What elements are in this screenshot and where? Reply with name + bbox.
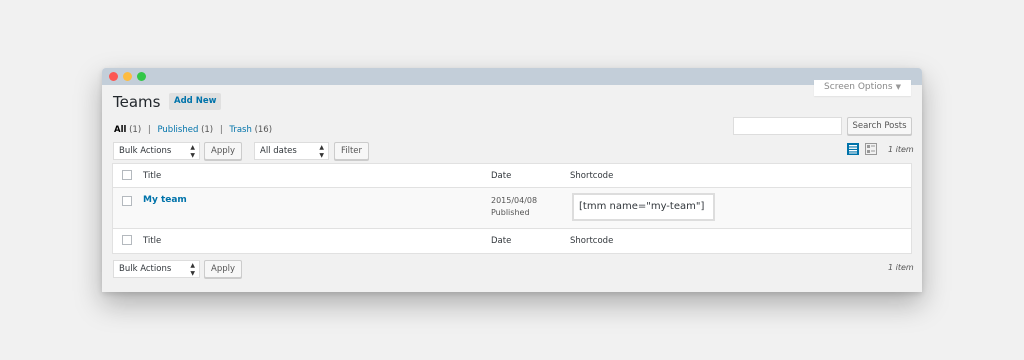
search-input[interactable] — [733, 117, 842, 135]
view-all-count: (1) — [129, 125, 142, 135]
items-count: 1 item — [888, 145, 914, 154]
row-title-link[interactable]: My team — [143, 195, 187, 205]
add-new-button[interactable]: Add New — [169, 93, 222, 110]
bulk-actions-value: Bulk Actions — [119, 146, 172, 156]
shortcode-field[interactable]: [tmm name="my-team"] — [572, 193, 715, 221]
window-titlebar — [102, 68, 922, 85]
bulk-actions-value-bottom: Bulk Actions — [119, 264, 172, 274]
apply-button[interactable]: Apply — [204, 142, 242, 160]
table-header-row: Title Date Shortcode — [113, 164, 911, 188]
select-arrows-icon: ▲ ▼ — [190, 144, 195, 159]
page-title: Teams — [113, 93, 161, 111]
column-shortcode: Shortcode — [570, 171, 614, 181]
view-all-link[interactable]: All — [114, 125, 126, 135]
apply-button-bottom[interactable]: Apply — [204, 260, 242, 278]
row-date: 2015/04/08 Published — [491, 195, 537, 219]
bulk-actions-select-bottom[interactable]: Bulk Actions ▲ ▼ — [113, 260, 200, 278]
column-title-footer[interactable]: Title — [143, 236, 161, 246]
select-arrows-icon: ▲ ▼ — [319, 144, 324, 159]
column-date[interactable]: Date — [491, 171, 511, 181]
items-count-bottom: 1 item — [888, 263, 914, 272]
column-title[interactable]: Title — [143, 171, 161, 181]
posts-table: Title Date Shortcode My team 2015/04/08 … — [112, 163, 912, 254]
search-posts-button[interactable]: Search Posts — [847, 117, 912, 135]
select-arrows-icon: ▲ ▼ — [190, 262, 195, 277]
bulk-actions-select[interactable]: Bulk Actions ▲ ▼ — [113, 142, 200, 160]
minimize-window-button[interactable] — [123, 72, 132, 81]
view-trash-link[interactable]: Trash — [229, 125, 251, 135]
browser-window: Screen Options ▼ Teams Add New All (1) | … — [102, 68, 922, 292]
column-shortcode-footer: Shortcode — [570, 236, 614, 246]
row-status: Published — [491, 208, 530, 217]
row-date-value: 2015/04/08 — [491, 196, 538, 205]
excerpt-view-icon[interactable] — [865, 143, 877, 155]
screen-options-label: Screen Options — [824, 82, 893, 92]
date-filter-select[interactable]: All dates ▲ ▼ — [254, 142, 329, 160]
view-published-link[interactable]: Published — [157, 125, 198, 135]
zoom-window-button[interactable] — [137, 72, 146, 81]
view-published-count: (1) — [201, 125, 214, 135]
close-window-button[interactable] — [109, 72, 118, 81]
column-date-footer[interactable]: Date — [491, 236, 511, 246]
post-status-filter: All (1) | Published (1) | Trash (16) — [114, 125, 272, 135]
view-separator: | — [147, 125, 151, 135]
select-all-checkbox[interactable] — [122, 170, 132, 180]
filter-button[interactable]: Filter — [334, 142, 369, 160]
select-all-checkbox-footer[interactable] — [122, 235, 132, 245]
table-footer-row: Title Date Shortcode — [113, 229, 911, 253]
view-trash-count: (16) — [254, 125, 273, 135]
view-separator: | — [219, 125, 223, 135]
screen-options-button[interactable]: Screen Options ▼ — [814, 80, 911, 96]
chevron-down-icon: ▼ — [895, 83, 901, 91]
list-view-icon[interactable] — [847, 143, 859, 155]
date-filter-value: All dates — [260, 146, 297, 156]
row-checkbox[interactable] — [122, 196, 132, 206]
table-row: My team 2015/04/08 Published [tmm name="… — [113, 188, 911, 229]
